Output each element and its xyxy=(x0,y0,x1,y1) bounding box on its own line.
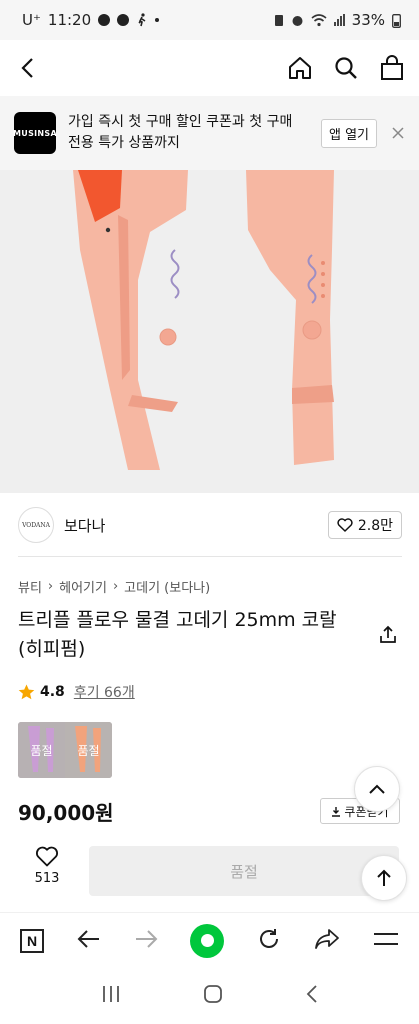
product-photo xyxy=(0,170,419,493)
option-soldout-label: 품절 xyxy=(30,743,53,758)
browser-home-button[interactable] xyxy=(190,923,225,958)
status-bar: U⁺ 11:20 33% xyxy=(0,0,419,40)
heart-icon xyxy=(36,846,58,867)
system-navigation xyxy=(0,968,419,1024)
system-home-button[interactable] xyxy=(203,984,223,1008)
divider xyxy=(18,556,402,557)
brand-like-count: 2.8만 xyxy=(357,518,393,534)
alarm-icon xyxy=(292,15,303,26)
option-purple[interactable]: 품절 xyxy=(18,722,65,778)
product-title-line1: 트리플 플로우 물결 고데기 25mm 코랄 xyxy=(18,609,337,631)
chevron-left-icon xyxy=(21,58,33,78)
status-right: 33% xyxy=(274,11,401,29)
browser-back-button[interactable] xyxy=(77,929,101,953)
product-title-line2: (히피펌) xyxy=(18,638,86,660)
shopping-bag-icon xyxy=(381,55,403,80)
rating-summary: 4.8 후기 66개 xyxy=(18,682,135,702)
banner-message: 가입 즉시 첫 구매 할인 쿠폰과 첫 구매 전용 특가 상품까지 xyxy=(68,112,309,154)
search-button[interactable] xyxy=(333,55,359,81)
arrow-left-icon xyxy=(77,929,99,948)
reload-button[interactable] xyxy=(257,927,281,955)
status-left: U⁺ 11:20 xyxy=(22,11,160,29)
rating-score: 4.8 xyxy=(40,684,65,700)
more-notifications-icon xyxy=(155,18,160,22)
wifi-icon xyxy=(311,13,327,26)
home-icon xyxy=(289,57,311,79)
scroll-up-button[interactable] xyxy=(354,766,400,812)
home-button[interactable] xyxy=(287,55,313,81)
breadcrumb-item-curling-iron[interactable]: 고데기 (보다나) xyxy=(124,577,210,596)
banner-close-button[interactable] xyxy=(389,124,407,142)
green-dot-icon xyxy=(200,934,214,947)
recent-apps-icon xyxy=(103,986,120,1002)
dnd-icon xyxy=(117,14,130,26)
brand-like-button[interactable]: 2.8만 xyxy=(327,511,402,539)
browser-menu-button[interactable] xyxy=(373,930,399,952)
chat-notification-icon xyxy=(98,14,111,26)
chevron-up-icon xyxy=(369,784,385,794)
battery-saver-icon xyxy=(274,15,283,26)
musinsa-logo: MUSINSA xyxy=(13,112,57,154)
share-arrow-icon xyxy=(315,928,340,949)
product-image[interactable] xyxy=(0,170,419,493)
battery-percent: 33% xyxy=(351,11,385,29)
browser-toolbar: N xyxy=(0,912,419,968)
breadcrumb-separator: › xyxy=(112,579,119,594)
arrow-right-icon xyxy=(135,929,158,948)
top-nav-actions xyxy=(287,55,405,81)
product-like-button[interactable]: 513 xyxy=(26,846,68,886)
color-options: 품절 품절 xyxy=(18,722,112,778)
brand-row: VODANA 보다나 2.8만 xyxy=(18,502,402,548)
purchase-action-bar: 513 품절 xyxy=(0,838,419,908)
carrier-label: U⁺ xyxy=(22,11,41,29)
hamburger-menu-icon xyxy=(373,932,398,945)
brand-avatar: VODANA xyxy=(18,507,54,543)
reload-icon xyxy=(260,928,279,948)
home-square-icon xyxy=(204,985,223,1003)
browser-share-button[interactable] xyxy=(314,928,340,954)
cart-button[interactable] xyxy=(379,55,405,81)
breadcrumb-item-beauty[interactable]: 뷰티 xyxy=(18,577,42,596)
app-install-banner: MUSINSA 가입 즉시 첫 구매 할인 쿠폰과 첫 구매 전용 특가 상품까… xyxy=(0,96,419,170)
scroll-to-top-button[interactable] xyxy=(361,855,407,901)
open-app-button[interactable]: 앱 열기 xyxy=(320,118,377,148)
signal-icon xyxy=(333,14,345,26)
battery-icon xyxy=(392,13,401,28)
heart-icon xyxy=(337,518,353,532)
product-title: 트리플 플로우 물결 고데기 25mm 코랄 (히피펌) xyxy=(18,606,358,664)
walking-icon xyxy=(138,13,146,27)
banner-message-line2: 전용 특가 상품까지 xyxy=(68,135,180,151)
option-coral[interactable]: 품절 xyxy=(65,722,112,778)
brand-link[interactable]: VODANA 보다나 xyxy=(18,507,105,543)
review-link[interactable]: 후기 66개 xyxy=(74,682,135,702)
buy-button-soldout[interactable]: 품절 xyxy=(89,846,399,896)
option-soldout-label: 품절 xyxy=(77,743,100,758)
arrow-up-icon xyxy=(377,869,391,886)
breadcrumb: 뷰티 › 헤어기기 › 고데기 (보다나) xyxy=(18,577,210,596)
system-back-button[interactable] xyxy=(306,984,318,1008)
star-icon xyxy=(18,684,35,700)
breadcrumb-item-hair-devices[interactable]: 헤어기기 xyxy=(59,577,107,596)
chevron-left-icon xyxy=(306,985,317,1003)
back-button[interactable] xyxy=(14,55,40,81)
clock: 11:20 xyxy=(47,11,92,29)
close-icon xyxy=(392,127,404,139)
share-icon xyxy=(380,625,396,643)
recent-apps-button[interactable] xyxy=(101,985,121,1007)
brand-name: 보다나 xyxy=(64,516,106,535)
banner-message-line1: 가입 즉시 첫 구매 할인 쿠폰과 첫 구매 xyxy=(68,114,293,130)
product-like-count: 513 xyxy=(34,871,60,886)
breadcrumb-separator: › xyxy=(47,579,54,594)
browser-forward-button[interactable] xyxy=(134,929,158,953)
naver-n-button[interactable]: N xyxy=(20,928,44,953)
product-price: 90,000원 xyxy=(18,801,114,825)
share-button[interactable] xyxy=(378,625,398,649)
search-icon xyxy=(335,57,357,79)
download-icon xyxy=(332,806,341,817)
top-navigation xyxy=(0,40,419,96)
